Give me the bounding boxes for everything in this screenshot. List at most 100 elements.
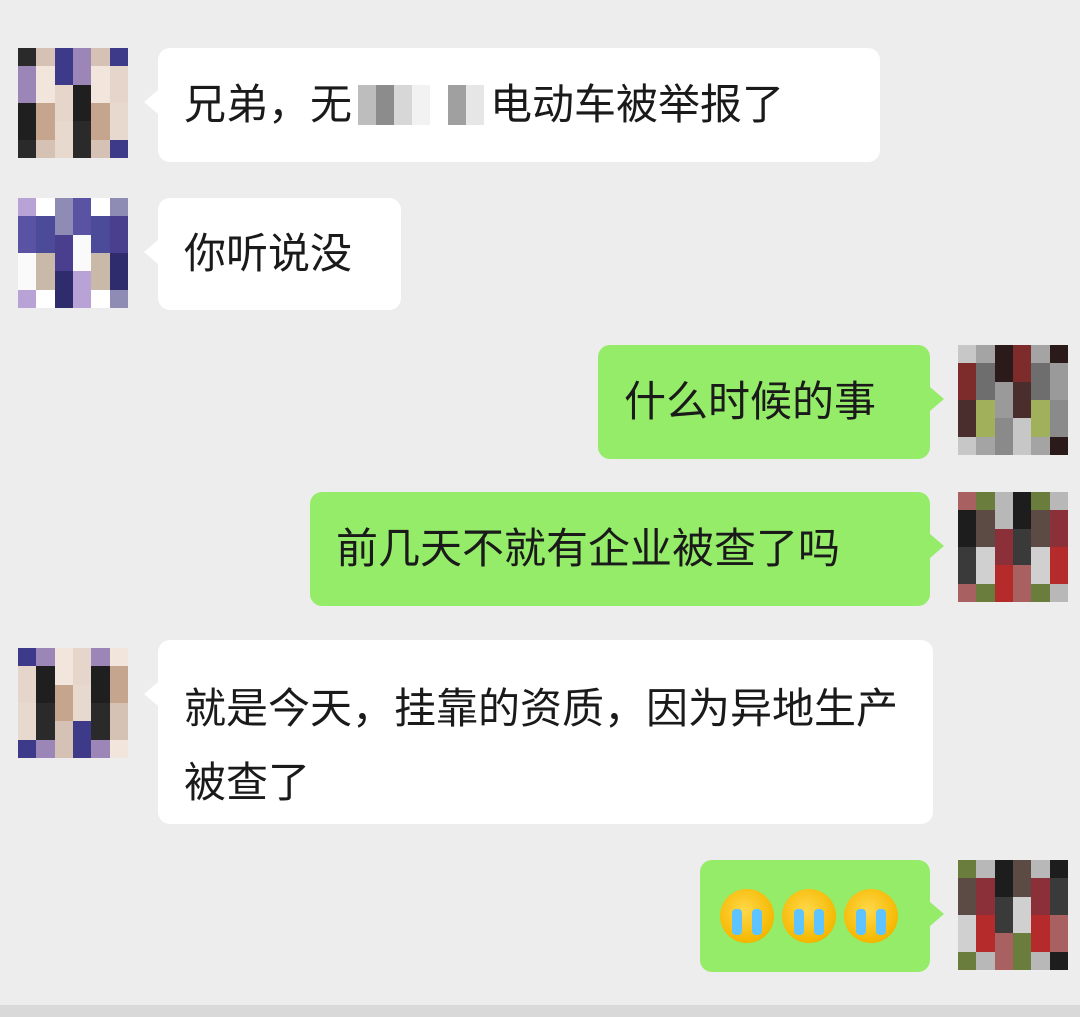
avatar-pixel — [1031, 860, 1050, 879]
avatar-pixel — [109, 648, 128, 667]
avatar-pixel — [994, 583, 1013, 602]
avatar-pixel — [91, 139, 110, 158]
avatar-pixel — [109, 84, 128, 103]
avatar-pixel — [958, 896, 977, 915]
avatar-pixel — [73, 139, 92, 158]
avatar-pixel — [1013, 381, 1032, 400]
avatar-pixel — [958, 345, 977, 364]
avatar-pixel — [1013, 915, 1032, 934]
avatar-pixel — [994, 492, 1013, 511]
message-bubble-outgoing[interactable]: 什么时候的事 — [598, 345, 944, 459]
avatar-pixel — [976, 878, 995, 897]
message-text: 电动车被举报了 — [490, 80, 785, 129]
avatar-pixel — [54, 198, 73, 217]
avatar-pixel — [994, 565, 1013, 584]
contact-avatar[interactable] — [18, 198, 128, 308]
avatar-pixel — [54, 121, 73, 140]
avatar-pixel — [994, 400, 1013, 419]
avatar-pixel — [976, 400, 995, 419]
user-avatar[interactable] — [958, 345, 1068, 455]
message-text: 你听说没 — [184, 229, 353, 278]
avatar-pixel — [976, 492, 995, 511]
avatar-pixel — [1049, 492, 1068, 511]
avatar-pixel — [18, 84, 37, 103]
avatar-pixel — [1013, 547, 1032, 566]
avatar-pixel — [994, 510, 1013, 529]
user-avatar[interactable] — [958, 492, 1068, 602]
avatar-pixel — [36, 271, 55, 290]
avatar-pixel — [1031, 565, 1050, 584]
avatar-pixel — [1049, 860, 1068, 879]
avatar-pixel — [91, 648, 110, 667]
avatar-pixel — [958, 547, 977, 566]
message-text: 什么时候的事 — [624, 377, 877, 426]
avatar-pixel — [994, 436, 1013, 455]
avatar-pixel — [73, 84, 92, 103]
avatar-pixel — [54, 703, 73, 722]
avatar-pixel — [36, 684, 55, 703]
message-bubble-incoming[interactable]: 就是今天，挂靠的资质，因为异地生产被查了 — [144, 640, 933, 824]
user-avatar[interactable] — [958, 860, 1068, 970]
message-bubble-outgoing[interactable]: 前几天不就有企业被查了吗 — [310, 492, 944, 606]
avatar-pixel — [1031, 547, 1050, 566]
avatar-pixel — [994, 933, 1013, 952]
avatar-pixel — [958, 583, 977, 602]
avatar-pixel — [1013, 418, 1032, 437]
avatar-pixel — [109, 703, 128, 722]
avatar-pixel — [109, 253, 128, 272]
avatar-pixel — [1031, 528, 1050, 547]
message-bubble-incoming[interactable]: 兄弟，无 电动车被举报了 — [144, 48, 880, 162]
avatar-pixel — [958, 933, 977, 952]
avatar-pixel — [1049, 400, 1068, 419]
avatar-pixel — [994, 381, 1013, 400]
avatar-pixel — [54, 48, 73, 67]
contact-avatar[interactable] — [18, 648, 128, 758]
avatar-pixel — [1031, 915, 1050, 934]
avatar-pixel — [994, 547, 1013, 566]
avatar-pixel — [54, 253, 73, 272]
message-bubble-outgoing[interactable] — [700, 860, 944, 972]
avatar-pixel — [1031, 510, 1050, 529]
avatar-pixel — [73, 198, 92, 217]
avatar-pixel — [54, 216, 73, 235]
avatar-pixel — [36, 739, 55, 758]
crying-face-icon — [782, 889, 836, 943]
avatar-pixel — [1013, 528, 1032, 547]
avatar-pixel — [18, 234, 37, 253]
avatar-pixel — [976, 510, 995, 529]
avatar-pixel — [54, 234, 73, 253]
avatar-pixel — [1049, 363, 1068, 382]
avatar-pixel — [91, 684, 110, 703]
avatar-pixel — [958, 381, 977, 400]
avatar-pixel — [18, 666, 37, 685]
avatar-pixel — [976, 896, 995, 915]
avatar-pixel — [54, 648, 73, 667]
avatar-pixel — [54, 103, 73, 122]
avatar-pixel — [18, 216, 37, 235]
avatar-pixel — [73, 703, 92, 722]
avatar-pixel — [54, 666, 73, 685]
avatar-pixel — [109, 48, 128, 67]
avatar-pixel — [1013, 933, 1032, 952]
avatar-pixel — [1049, 951, 1068, 970]
avatar-pixel — [73, 666, 92, 685]
avatar-pixel — [1013, 400, 1032, 419]
avatar-pixel — [36, 289, 55, 308]
avatar-pixel — [1049, 896, 1068, 915]
avatar-pixel — [73, 253, 92, 272]
avatar-pixel — [91, 198, 110, 217]
avatar-pixel — [1049, 878, 1068, 897]
avatar-pixel — [1049, 565, 1068, 584]
avatar-pixel — [1049, 418, 1068, 437]
avatar-pixel — [1049, 915, 1068, 934]
avatar-pixel — [994, 860, 1013, 879]
avatar-pixel — [54, 84, 73, 103]
avatar-pixel — [1031, 492, 1050, 511]
avatar-pixel — [976, 363, 995, 382]
avatar-pixel — [18, 648, 37, 667]
avatar-pixel — [36, 139, 55, 158]
contact-avatar[interactable] — [18, 48, 128, 158]
message-bubble-incoming[interactable]: 你听说没 — [144, 198, 401, 310]
avatar-pixel — [976, 565, 995, 584]
chat-window: 兄弟，无 电动车被举报了 你听说没 什么时候的事 前几天不就有企业被查了吗 就是… — [0, 0, 1080, 1017]
